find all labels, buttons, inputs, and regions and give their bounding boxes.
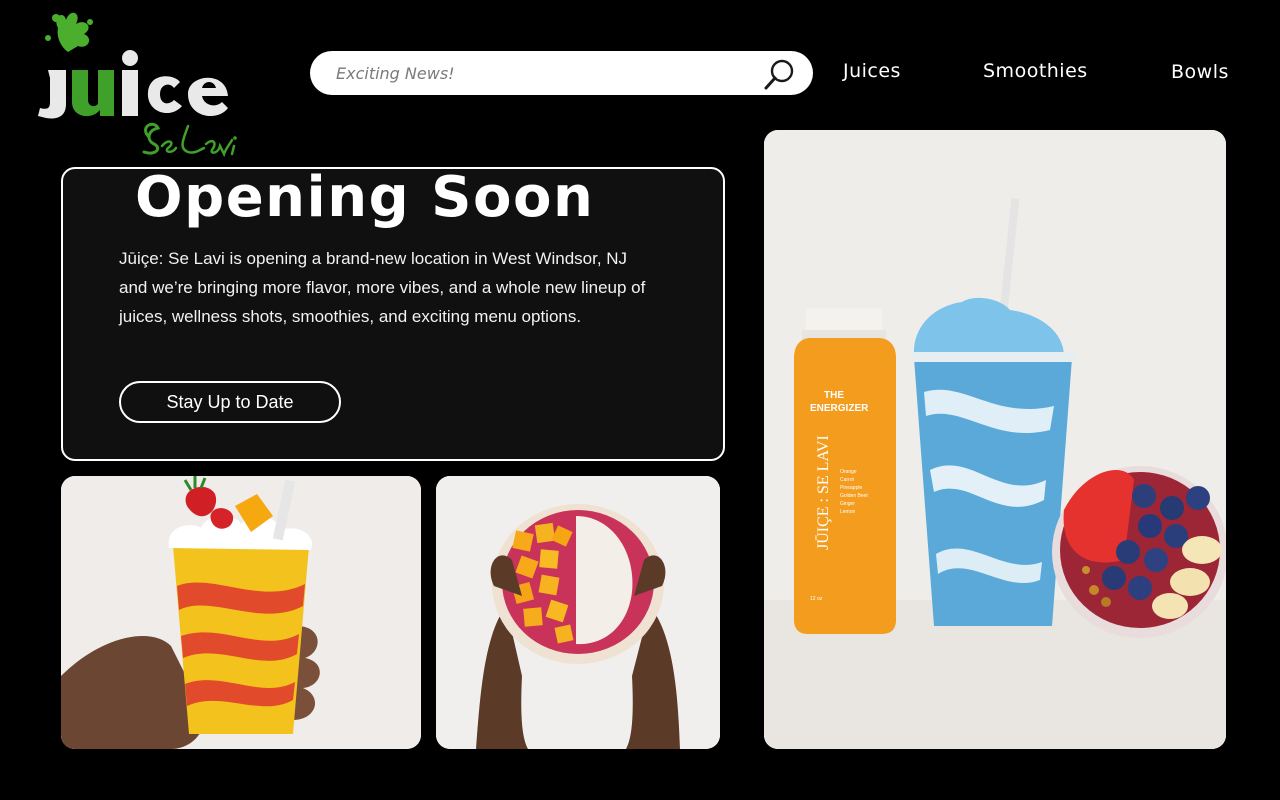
bottle-ingredient: Lemon (840, 509, 856, 515)
smoothie-bowl-photo (436, 476, 720, 749)
search-bar (310, 51, 813, 95)
bottle-name-line1: THE (824, 390, 844, 401)
smoothie-bowl-illustration (436, 476, 720, 749)
bottle-ingredient: Ginger (840, 501, 855, 507)
bottle-ingredient: Orange (840, 469, 857, 475)
bottle-ingredient: Carrot (840, 477, 855, 483)
stay-up-to-date-button[interactable]: Stay Up to Date (119, 381, 341, 423)
nav-link-juices[interactable]: Juices (843, 60, 901, 82)
logo-graphic (38, 12, 237, 158)
brand-logo[interactable] (28, 8, 250, 160)
page: Juices Smoothies Bowls Opening Soon Jūiç… (0, 0, 1280, 800)
search-icon (764, 59, 794, 90)
nav-link-bowls[interactable]: Bowls (1171, 61, 1229, 83)
search-input[interactable] (336, 51, 756, 95)
products-photo: THE ENERGIZER JŪIÇE : SE LAVI Orange Car… (764, 130, 1226, 749)
bottle-brand-vertical: JŪIÇE : SE LAVI (815, 435, 832, 550)
bottle-ingredient: Pineapple (840, 485, 862, 491)
smoothie-illustration (61, 476, 421, 749)
bottle-size: 12 oz (810, 596, 823, 602)
search-button[interactable] (763, 57, 797, 91)
hero-card: Opening Soon Jūiçe: Se Lavi is opening a… (61, 165, 725, 461)
hero-description: Jūiçe: Se Lavi is opening a brand-new lo… (119, 249, 646, 326)
bottle-name-line2: ENERGIZER (810, 403, 869, 414)
bottle-ingredient: Golden Beet (840, 493, 868, 499)
smoothie-photo (61, 476, 421, 749)
hero-title: Opening Soon (135, 165, 595, 230)
products-illustration: THE ENERGIZER JŪIÇE : SE LAVI Orange Car… (764, 130, 1226, 749)
nav-link-smoothies[interactable]: Smoothies (983, 60, 1088, 82)
